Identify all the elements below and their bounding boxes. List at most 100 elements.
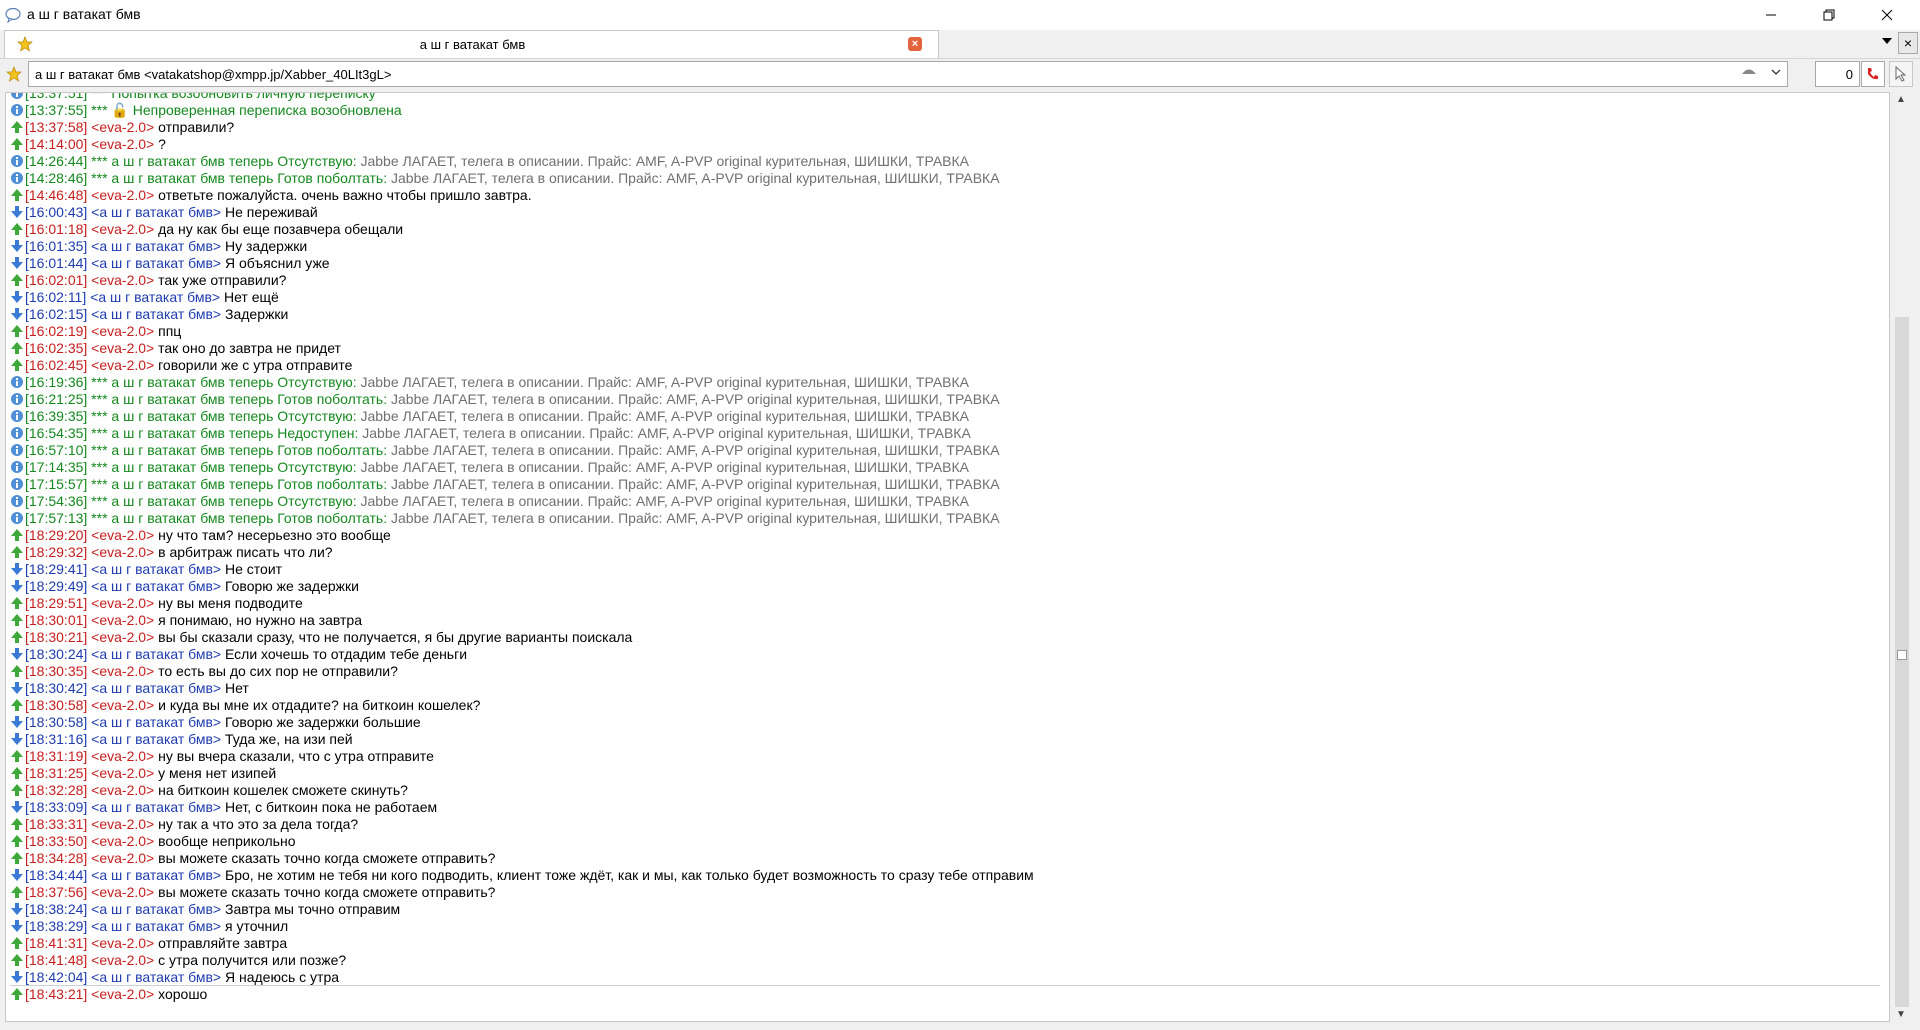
outgoing-arrow-icon: [11, 546, 23, 558]
message-body: ну что там? несерьезно это вообще: [158, 527, 391, 543]
select-button[interactable]: [1889, 61, 1913, 87]
incoming-arrow-icon: [11, 682, 23, 694]
outgoing-arrow-icon: [11, 937, 23, 949]
status-description: Jabbe ЛАГАЕТ, телега в описании. Прайс: …: [391, 510, 1000, 526]
contact-address-field[interactable]: а ш г ватакат бмв <vatakatshop@xmpp.jp/X…: [28, 61, 1788, 87]
call-button[interactable]: [1861, 61, 1885, 87]
close-all-tabs-button[interactable]: ×: [1898, 32, 1918, 54]
minimize-button[interactable]: [1748, 0, 1794, 30]
outgoing-arrow-icon: [11, 835, 23, 847]
outgoing-arrow-icon: [11, 189, 23, 201]
message-time: [18:31:16]: [25, 731, 88, 747]
chevron-down-icon[interactable]: [1771, 68, 1781, 76]
incoming-arrow-icon: [11, 733, 23, 745]
chat-tab[interactable]: а ш г ватакат бмв ×: [4, 30, 939, 58]
message-nick: <eva-2.0>: [91, 952, 155, 968]
message-nick: <а ш г ватакат бмв>: [91, 918, 222, 934]
outgoing-arrow-icon: [11, 886, 23, 898]
scroll-down-icon[interactable]: ▼: [1896, 1009, 1906, 1020]
message-time: [18:37:56]: [25, 884, 88, 900]
message-time: [16:19:36]: [25, 374, 88, 390]
message-body: отправили?: [158, 119, 235, 135]
message-body: да ну как бы еще позавчера обещали: [158, 221, 404, 237]
tab-bar: а ш г ватакат бмв ×: [0, 30, 1920, 59]
message-body: Задержки: [225, 306, 289, 322]
message-time: [16:02:01]: [25, 272, 88, 288]
message-time: [16:00:43]: [25, 204, 88, 220]
chat-message: [18:29:20] <eva-2.0> ну что там? несерье…: [10, 527, 391, 544]
incoming-arrow-icon: [11, 240, 23, 252]
tab-close-icon[interactable]: ×: [908, 37, 922, 51]
message-body: у меня нет изипей: [158, 765, 277, 781]
message-body: Ну задержки: [225, 238, 308, 254]
tab-menu-dropdown-icon[interactable]: [1880, 34, 1894, 48]
chat-message: [18:29:51] <eva-2.0> ну вы меня подводит…: [10, 595, 303, 612]
outgoing-arrow-icon: [11, 359, 23, 371]
system-text: *** а ш г ватакат бмв теперь Готов побол…: [91, 510, 388, 526]
outgoing-arrow-icon: [11, 988, 23, 1000]
info-icon: [11, 410, 23, 422]
message-time: [18:31:19]: [25, 748, 88, 764]
chat-message: [18:32:28] <eva-2.0> на биткоин кошелек …: [10, 782, 408, 799]
chat-log[interactable]: [13:37:51] *** Попытка возобновить личну…: [5, 92, 1890, 1022]
message-time: [14:26:44]: [25, 153, 88, 169]
chat-message: [18:30:58] <а ш г ватакат бмв> Говорю же…: [10, 714, 421, 731]
message-time: [16:02:35]: [25, 340, 88, 356]
message-time: [18:33:31]: [25, 816, 88, 832]
message-time: [14:14:00]: [25, 136, 88, 152]
message-time: [18:38:29]: [25, 918, 88, 934]
message-time: [18:41:48]: [25, 952, 88, 968]
message-nick: <eva-2.0>: [91, 612, 155, 628]
message-body: Нет ещё: [223, 289, 279, 305]
scrollbar-thumb[interactable]: [1895, 317, 1909, 1007]
chat-message: [18:33:31] <eva-2.0> ну так а что это за…: [10, 816, 358, 833]
message-time: [16:39:35]: [25, 408, 88, 424]
message-time: [18:33:50]: [25, 833, 88, 849]
message-time: [18:34:44]: [25, 867, 88, 883]
incoming-arrow-icon: [11, 920, 23, 932]
scroll-up-icon[interactable]: ▲: [1896, 94, 1906, 105]
chat-message: [13:37:51] *** Попытка возобновить личну…: [10, 92, 376, 102]
message-body: вы можете сказать точно когда сможете от…: [158, 850, 496, 866]
message-time: [18:30:24]: [25, 646, 88, 662]
message-time: [18:33:09]: [25, 799, 88, 815]
message-nick: <а ш г ватакат бмв>: [91, 238, 222, 254]
outgoing-arrow-icon: [11, 138, 23, 150]
status-description: Jabbe ЛАГАЕТ, телега в описании. Прайс: …: [391, 391, 1000, 407]
message-time: [14:28:46]: [25, 170, 88, 186]
security-hat-icon[interactable]: [1741, 67, 1757, 77]
system-text: *** а ш г ватакат бмв теперь Готов побол…: [91, 442, 388, 458]
restore-button[interactable]: [1806, 0, 1852, 30]
message-nick: <eva-2.0>: [91, 782, 155, 798]
message-nick: <eva-2.0>: [91, 935, 155, 951]
chat-message: [16:02:45] <eva-2.0> говорили же с утра …: [10, 357, 352, 374]
chat-scrollbar[interactable]: ▲ ▼: [1892, 92, 1912, 1022]
message-nick: <а ш г ватакат бмв>: [91, 901, 222, 917]
contact-bar: а ш г ватакат бмв <vatakatshop@xmpp.jp/X…: [0, 60, 1920, 90]
info-icon: [11, 393, 23, 405]
chat-message: [18:33:50] <eva-2.0> вообще неприкольно: [10, 833, 295, 850]
info-icon: [11, 512, 23, 524]
chat-message: [14:46:48] <eva-2.0> ответьте пожалуйста…: [10, 187, 532, 204]
outgoing-arrow-icon: [11, 784, 23, 796]
message-time: [16:02:11]: [25, 289, 87, 305]
tab-label: а ш г ватакат бмв: [419, 37, 526, 52]
outgoing-arrow-icon: [11, 274, 23, 286]
outgoing-arrow-icon: [11, 223, 23, 235]
scrollbar-grip[interactable]: [1897, 650, 1907, 660]
message-nick: <eva-2.0>: [91, 850, 155, 866]
incoming-arrow-icon: [11, 903, 23, 915]
message-time: [18:30:35]: [25, 663, 88, 679]
message-time: [16:21:25]: [25, 391, 88, 407]
close-window-button[interactable]: [1864, 0, 1910, 30]
message-time: [18:42:04]: [25, 969, 88, 985]
chat-message: [18:42:04] <а ш г ватакат бмв> Я надеюсь…: [10, 969, 339, 986]
message-nick: <eva-2.0>: [91, 544, 155, 560]
chat-message: [16:21:25] *** а ш г ватакат бмв теперь …: [10, 391, 1000, 408]
outgoing-arrow-icon: [11, 631, 23, 643]
message-body: говорили же с утра отправите: [158, 357, 353, 373]
system-text: *** Попытка возобновить личную переписку: [91, 92, 376, 101]
outgoing-arrow-icon: [11, 767, 23, 779]
message-nick: <eva-2.0>: [91, 272, 155, 288]
message-body: Нет, с биткоин пока не работаем: [225, 799, 438, 815]
